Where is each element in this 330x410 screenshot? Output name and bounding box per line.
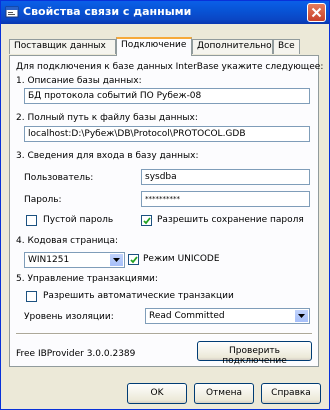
window-title: Свойства связи с данными bbox=[23, 5, 192, 18]
tab-provider[interactable]: Поставщик данных bbox=[9, 39, 116, 54]
user-label: Пользователь: bbox=[24, 173, 94, 183]
close-icon bbox=[311, 7, 322, 18]
section-codepage-label: 4. Кодовая страница: bbox=[16, 236, 118, 246]
ok-button[interactable]: OK bbox=[127, 383, 187, 404]
user-input[interactable]: sysdba bbox=[141, 169, 310, 185]
separator bbox=[16, 333, 312, 335]
tab-all[interactable]: Все bbox=[273, 39, 300, 54]
isolation-label: Уровень изоляции: bbox=[24, 312, 114, 322]
isolation-value: Read Committed bbox=[149, 311, 225, 321]
auto-transactions-checkbox[interactable] bbox=[26, 291, 37, 302]
section-login-label: 3. Сведения для входа в базу данных: bbox=[16, 151, 199, 161]
allow-save-password-label: Разрешить сохранение пароля bbox=[157, 215, 304, 225]
dialog-window: Свойства связи с данными Поставщик данны… bbox=[0, 0, 330, 410]
unicode-label: Режим UNICODE bbox=[143, 254, 220, 264]
chevron-down-icon[interactable] bbox=[294, 310, 308, 322]
password-input[interactable]: ********** bbox=[141, 191, 310, 207]
datalink-icon bbox=[5, 5, 19, 19]
empty-password-label: Пустой пароль bbox=[43, 215, 114, 225]
provider-version: Free IBProvider 3.0.0.2389 bbox=[16, 349, 136, 359]
isolation-select[interactable]: Read Committed bbox=[145, 308, 310, 324]
allow-save-password-checkbox[interactable] bbox=[141, 215, 152, 226]
close-button[interactable] bbox=[307, 3, 326, 22]
tab-connection[interactable]: Подключение bbox=[116, 37, 192, 56]
unicode-checkbox[interactable] bbox=[128, 254, 139, 265]
tab-advanced[interactable]: Дополнительно bbox=[192, 39, 273, 54]
path-input[interactable]: localhost:D:\Рубеж\DB\Protocol\PROTOCOL.… bbox=[24, 126, 310, 142]
section-path-label: 2. Полный путь к файлу базы данных: bbox=[16, 113, 198, 123]
password-label: Пароль: bbox=[24, 195, 62, 205]
checkmark-icon bbox=[130, 256, 138, 264]
auto-transactions-label: Разрешить автоматические транзакции bbox=[43, 291, 234, 301]
section-transactions-label: 5. Управление транзакциями: bbox=[16, 274, 158, 284]
section-description-label: 1. Описание базы данных: bbox=[16, 76, 142, 86]
description-input[interactable]: БД протокола событий ПО Рубеж-08 bbox=[24, 88, 310, 104]
chevron-down-icon[interactable] bbox=[109, 254, 123, 266]
test-connection-button[interactable]: Проверить подключение bbox=[197, 341, 312, 366]
cancel-button[interactable]: Отмена bbox=[194, 383, 254, 404]
help-button[interactable]: Справка bbox=[261, 383, 321, 404]
title-bar[interactable]: Свойства связи с данными bbox=[1, 1, 329, 24]
connection-panel: Для подключения к базе данных InterBase … bbox=[9, 55, 323, 367]
intro-text: Для подключения к базе данных InterBase … bbox=[16, 62, 324, 72]
codepage-value: WIN1251 bbox=[28, 255, 70, 265]
empty-password-checkbox[interactable] bbox=[26, 215, 37, 226]
checkmark-icon bbox=[143, 217, 151, 225]
codepage-select[interactable]: WIN1251 bbox=[24, 252, 125, 268]
